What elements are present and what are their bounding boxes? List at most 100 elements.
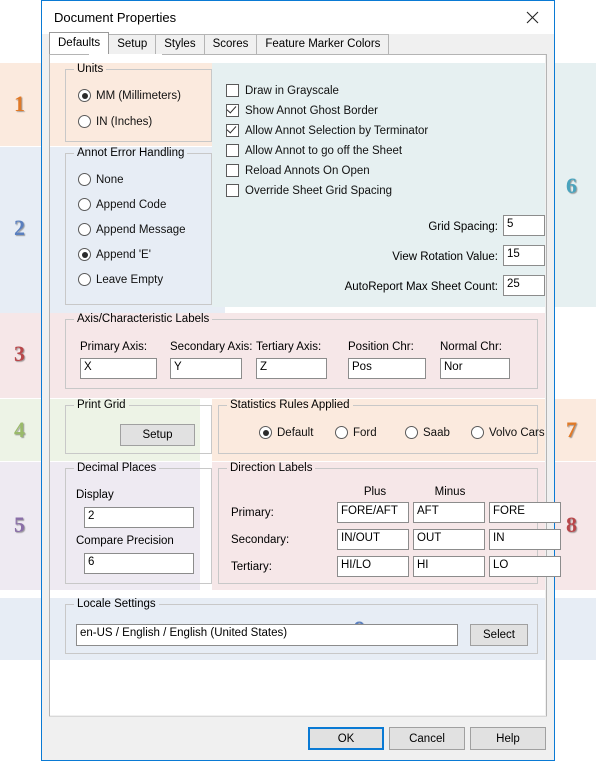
- direction-row-label-secondary: Secondary:: [231, 534, 290, 546]
- locale-value-input[interactable]: en-US / English / English (United States…: [76, 624, 458, 646]
- help-button[interactable]: Help: [470, 727, 546, 750]
- tab-setup[interactable]: Setup: [108, 34, 157, 54]
- checkbox-override-sheet-grid-spacing[interactable]: Override Sheet Grid Spacing: [226, 184, 392, 197]
- cancel-button[interactable]: Cancel: [389, 727, 465, 750]
- radio-label: Leave Empty: [96, 273, 164, 286]
- tab-label: Feature Marker Colors: [265, 38, 381, 50]
- tab-defaults[interactable]: Defaults: [49, 32, 110, 54]
- statistics-rules-legend: Statistics Rules Applied: [227, 399, 353, 411]
- secondary-axis-input[interactable]: Y: [170, 358, 242, 379]
- radio-leave-empty[interactable]: Leave Empty: [78, 273, 163, 286]
- radio-stats-ford[interactable]: Ford: [335, 426, 377, 439]
- marker-number-1: 1: [14, 91, 25, 116]
- radio-dot-icon: [335, 426, 348, 439]
- radio-dot-icon: [78, 89, 91, 102]
- tertiary-name-input[interactable]: HI/LO: [337, 556, 409, 577]
- radio-append-message[interactable]: Append Message: [78, 223, 186, 236]
- tab-bar: Defaults Setup Styles Scores Feature Mar…: [42, 32, 554, 54]
- primary-minus-input[interactable]: FORE: [489, 502, 561, 523]
- checkbox-allow-annot-selection-by-terminator[interactable]: Allow Annot Selection by Terminator: [226, 124, 428, 137]
- display-decimal-input[interactable]: 2: [84, 507, 194, 528]
- checkbox-draw-in-grayscale[interactable]: Draw in Grayscale: [226, 84, 339, 97]
- autoreport-max-sheet-count-input[interactable]: 25: [503, 275, 545, 296]
- radio-dot-icon: [259, 426, 272, 439]
- column-header-plus: Plus: [363, 486, 387, 498]
- radio-dot-icon: [78, 273, 91, 286]
- primary-axis-input[interactable]: X: [80, 358, 157, 379]
- checkbox-box-icon: [226, 164, 239, 177]
- marker-number-6: 6: [566, 173, 577, 198]
- secondary-minus-input[interactable]: IN: [489, 529, 561, 550]
- checkbox-label: Override Sheet Grid Spacing: [245, 184, 393, 197]
- tertiary-axis-label: Tertiary Axis:: [256, 341, 322, 353]
- radio-dot-icon: [78, 248, 91, 261]
- ok-button[interactable]: OK: [308, 727, 384, 750]
- view-rotation-label: View Rotation Value:: [392, 251, 498, 263]
- position-chr-input[interactable]: Pos: [348, 358, 426, 379]
- checkbox-show-annot-ghost-border[interactable]: Show Annot Ghost Border: [226, 104, 378, 117]
- close-icon[interactable]: [510, 1, 554, 34]
- radio-stats-saab[interactable]: Saab: [405, 426, 450, 439]
- grid-spacing-input[interactable]: 5: [503, 215, 545, 236]
- checkbox-box-icon: [226, 144, 239, 157]
- radio-append-e[interactable]: Append 'E': [78, 248, 151, 261]
- annot-error-handling-group: Annot Error Handling None Append Code Ap…: [65, 147, 212, 305]
- direction-labels-legend: Direction Labels: [227, 462, 316, 474]
- page-title: Document Properties: [54, 10, 177, 25]
- secondary-axis-label: Secondary Axis:: [170, 341, 253, 353]
- checkbox-label: Draw in Grayscale: [245, 84, 339, 97]
- decimal-places-legend: Decimal Places: [74, 462, 160, 474]
- tertiary-plus-input[interactable]: HI: [413, 556, 485, 577]
- compare-precision-input[interactable]: 6: [84, 553, 194, 574]
- radio-none[interactable]: None: [78, 173, 124, 186]
- tertiary-minus-input[interactable]: LO: [489, 556, 561, 577]
- radio-stats-default[interactable]: Default: [259, 426, 313, 439]
- primary-name-input[interactable]: FORE/AFT: [337, 502, 409, 523]
- grid-spacing-label: Grid Spacing:: [428, 221, 498, 233]
- radio-label: Append Message: [96, 223, 186, 236]
- radio-in[interactable]: IN (Inches): [78, 115, 152, 128]
- radio-stats-volvo-cars[interactable]: Volvo Cars: [471, 426, 545, 439]
- close-glyph: [526, 11, 538, 24]
- normal-chr-label: Normal Chr:: [440, 341, 502, 353]
- radio-label: Default: [277, 426, 314, 439]
- checkbox-box-icon: [226, 84, 239, 97]
- radio-mm[interactable]: MM (Millimeters): [78, 89, 181, 102]
- checkbox-allow-annot-off-sheet[interactable]: Allow Annot to go off the Sheet: [226, 144, 402, 157]
- locale-settings-group: Locale Settings en-US / English / Englis…: [65, 598, 538, 654]
- checkbox-reload-annots-on-open[interactable]: Reload Annots On Open: [226, 164, 370, 177]
- radio-label: MM (Millimeters): [96, 89, 181, 102]
- tab-scores[interactable]: Scores: [203, 34, 258, 54]
- secondary-name-input[interactable]: IN/OUT: [337, 529, 409, 550]
- checkbox-box-icon: [226, 184, 239, 197]
- checkbox-label: Show Annot Ghost Border: [245, 104, 378, 117]
- radio-label: IN (Inches): [96, 115, 153, 128]
- tab-label: Scores: [212, 38, 249, 50]
- secondary-plus-input[interactable]: OUT: [413, 529, 485, 550]
- view-rotation-input[interactable]: 15: [503, 245, 545, 266]
- title-bar: Document Properties: [42, 1, 554, 34]
- radio-dot-icon: [78, 198, 91, 211]
- axis-characteristic-labels-group: Axis/Characteristic Labels Primary Axis:…: [65, 313, 538, 389]
- tertiary-axis-input[interactable]: Z: [256, 358, 327, 379]
- dialog-footer: OK Cancel Help: [42, 716, 554, 760]
- footer-separator: [49, 716, 547, 717]
- tab-styles[interactable]: Styles: [155, 34, 205, 54]
- direction-row-label-tertiary: Tertiary:: [231, 561, 272, 573]
- tab-feature-marker-colors[interactable]: Feature Marker Colors: [256, 34, 390, 54]
- locale-select-button[interactable]: Select: [470, 624, 528, 646]
- radio-append-code[interactable]: Append Code: [78, 198, 166, 211]
- checkbox-box-icon: [226, 124, 239, 137]
- units-group: Units MM (Millimeters) IN (Inches): [65, 63, 212, 142]
- checkbox-label: Allow Annot to go off the Sheet: [245, 144, 403, 157]
- radio-dot-icon: [78, 115, 91, 128]
- primary-plus-input[interactable]: AFT: [413, 502, 485, 523]
- marker-number-2: 2: [14, 215, 25, 240]
- primary-axis-label: Primary Axis:: [80, 341, 148, 353]
- radio-dot-icon: [78, 223, 91, 236]
- checkbox-box-icon: [226, 104, 239, 117]
- radio-label: Append Code: [96, 198, 167, 211]
- radio-dot-icon: [471, 426, 484, 439]
- print-grid-setup-button[interactable]: Setup: [120, 424, 195, 446]
- normal-chr-input[interactable]: Nor: [440, 358, 510, 379]
